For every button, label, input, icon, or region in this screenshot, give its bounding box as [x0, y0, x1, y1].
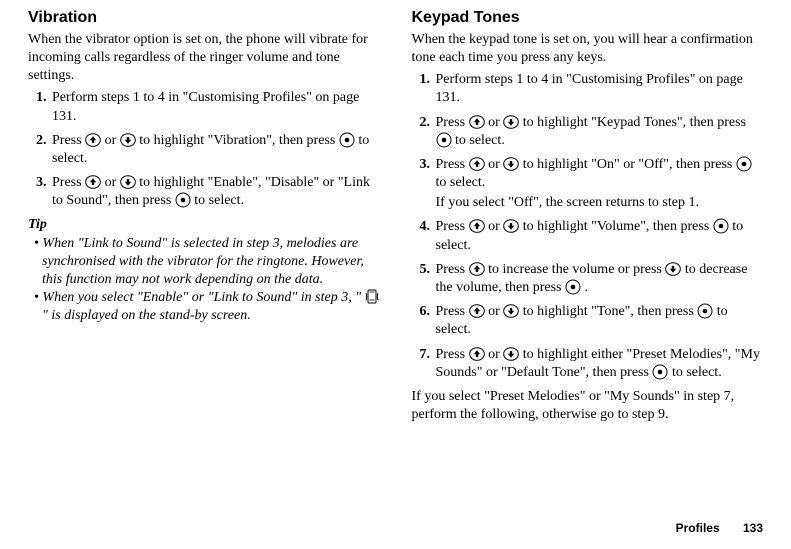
vib-step-1: Perform steps 1 to 4 in "Customising Pro… — [50, 89, 380, 125]
center-icon — [697, 303, 713, 319]
page: Vibration When the vibrator option is se… — [0, 0, 791, 428]
vibration-intro: When the vibrator option is set on, the … — [28, 31, 380, 86]
key-step-2: Press or to highlight "Keypad Tones", th… — [434, 114, 764, 150]
step-text: to highlight "On" or "Off", then press — [519, 157, 736, 172]
step-text: to select. — [436, 175, 486, 190]
up-arrow-icon — [469, 115, 485, 129]
step-text: to highlight "Tone", then press — [519, 304, 697, 319]
down-arrow-icon — [120, 133, 136, 147]
center-icon — [339, 132, 355, 148]
down-arrow-icon — [503, 115, 519, 129]
down-arrow-icon — [503, 347, 519, 361]
up-arrow-icon — [85, 133, 101, 147]
step-text: Press — [436, 347, 469, 362]
key-step-6: Press or to highlight "Tone", then press… — [434, 303, 764, 339]
step-text: . — [581, 280, 588, 295]
up-arrow-icon — [469, 262, 485, 276]
step-text: to increase the volume or press — [485, 262, 666, 277]
center-icon — [713, 218, 729, 234]
key-step-1: Perform steps 1 to 4 in "Customising Pro… — [434, 71, 764, 107]
keypad-after: If you select "Preset Melodies" or "My S… — [412, 388, 764, 424]
step-text: or — [101, 175, 120, 190]
down-arrow-icon — [503, 157, 519, 171]
step-text: or — [485, 157, 504, 172]
center-icon — [565, 279, 581, 295]
key-step-5: Press to increase the volume or press to… — [434, 261, 764, 297]
keypad-intro: When the keypad tone is set on, you will… — [412, 31, 764, 67]
step-text: Press — [52, 175, 85, 190]
down-arrow-icon — [503, 219, 519, 233]
up-arrow-icon — [469, 347, 485, 361]
page-footer: Profiles 133 — [676, 521, 763, 537]
keypad-heading: Keypad Tones — [412, 8, 764, 29]
footer-page-number: 133 — [743, 521, 763, 535]
tip-item-2: • When you select "Enable" or "Link to S… — [28, 289, 380, 325]
step-text: to highlight "Keypad Tones", then press — [519, 115, 746, 130]
step-text: to select. — [668, 365, 721, 380]
keypad-steps: Perform steps 1 to 4 in "Customising Pro… — [412, 71, 764, 382]
center-icon — [652, 364, 668, 380]
step-note: If you select "Off", the screen returns … — [436, 194, 764, 212]
step-text: Press — [436, 219, 469, 234]
step-text: or — [485, 219, 504, 234]
step-text: or — [485, 304, 504, 319]
up-arrow-icon — [85, 175, 101, 189]
step-text: Press — [436, 304, 469, 319]
center-icon — [736, 156, 752, 172]
step-text: Perform steps 1 to 4 in "Customising Pro… — [436, 72, 743, 105]
left-column: Vibration When the vibrator option is se… — [28, 8, 380, 428]
tip-heading: Tip — [28, 216, 380, 234]
step-text: or — [101, 133, 120, 148]
step-text: or — [485, 115, 504, 130]
key-step-7: Press or to highlight either "Preset Mel… — [434, 346, 764, 382]
up-arrow-icon — [469, 219, 485, 233]
footer-section: Profiles — [676, 521, 720, 535]
step-text: Press — [436, 157, 469, 172]
vib-step-2: Press or to highlight "Vibration", then … — [50, 132, 380, 168]
center-icon — [175, 192, 191, 208]
step-text: Press — [52, 133, 85, 148]
vibration-icon — [365, 289, 379, 304]
key-step-4: Press or to highlight "Volume", then pre… — [434, 218, 764, 254]
vibration-steps: Perform steps 1 to 4 in "Customising Pro… — [28, 89, 380, 210]
down-arrow-icon — [665, 262, 681, 276]
step-text: Press — [436, 115, 469, 130]
up-arrow-icon — [469, 157, 485, 171]
tip-text: " is displayed on the stand-by screen. — [42, 308, 251, 323]
tip-item-1: • When "Link to Sound" is selected in st… — [28, 235, 380, 290]
center-icon — [436, 132, 452, 148]
step-text: or — [485, 347, 504, 362]
tip-text: • When you select "Enable" or "Link to S… — [34, 290, 365, 305]
step-text: to highlight "Volume", then press — [519, 219, 713, 234]
step-text: Press — [436, 262, 469, 277]
step-text: to highlight "Vibration", then press — [136, 133, 339, 148]
step-text: to select. — [191, 193, 244, 208]
key-step-3: Press or to highlight "On" or "Off", the… — [434, 156, 764, 213]
step-text: to select. — [452, 133, 505, 148]
vibration-heading: Vibration — [28, 8, 380, 29]
right-column: Keypad Tones When the keypad tone is set… — [412, 8, 764, 428]
down-arrow-icon — [120, 175, 136, 189]
step-text: Perform steps 1 to 4 in "Customising Pro… — [52, 90, 359, 123]
up-arrow-icon — [469, 304, 485, 318]
vib-step-3: Press or to highlight "Enable", "Disable… — [50, 174, 380, 210]
down-arrow-icon — [503, 304, 519, 318]
